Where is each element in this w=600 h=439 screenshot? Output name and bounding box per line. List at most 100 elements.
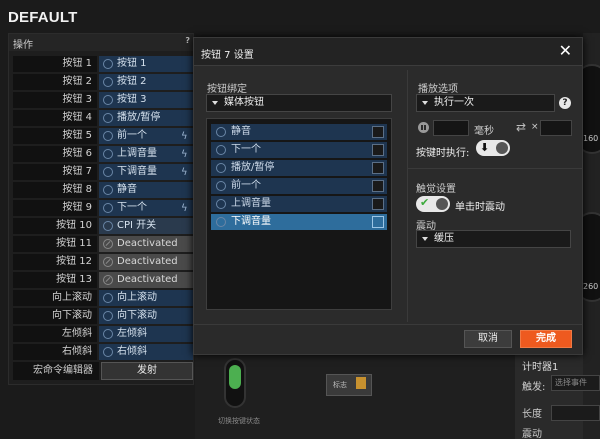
action-checkbox[interactable]	[372, 126, 384, 138]
launch-button[interactable]: 发射	[101, 362, 193, 380]
operation-assignment[interactable]: 前一个 ϟ	[99, 128, 193, 144]
assignment-label: 前一个	[117, 130, 147, 141]
action-item[interactable]: 下一个	[211, 142, 387, 158]
operation-row: 向下滚动 向下滚动	[13, 308, 193, 325]
arrow-down-icon: ⬇	[480, 141, 490, 154]
duration-input[interactable]	[551, 405, 600, 421]
operation-assignment[interactable]: 向下滚动	[99, 308, 193, 324]
chevron-down-icon	[212, 101, 218, 105]
duration-label: 长度	[522, 409, 542, 420]
action-list: 静音下一个播放/暂停前一个上调音量下调音量	[206, 118, 392, 310]
assignment-icon	[103, 311, 113, 321]
action-checkbox[interactable]	[372, 198, 384, 210]
action-item[interactable]: 播放/暂停	[211, 160, 387, 176]
single-click-vibrate-toggle[interactable]: ✔	[416, 196, 450, 212]
operation-assignment[interactable]: 向上滚动	[99, 290, 193, 306]
operation-button-label: 按钮 11	[13, 236, 97, 252]
lightning-icon: ϟ	[181, 167, 188, 178]
vibrate-value: 缓压	[434, 233, 454, 244]
deactivated-icon	[103, 257, 113, 267]
assignment-label: 下一个	[117, 202, 147, 213]
execute-select[interactable]: 执行一次	[416, 94, 555, 112]
assignment-label: 按钮 2	[117, 76, 147, 87]
action-item[interactable]: 下调音量	[211, 214, 387, 230]
toggle-knob	[436, 198, 448, 210]
operation-assignment[interactable]: CPI 开关	[99, 218, 193, 234]
cancel-button[interactable]: 取消	[464, 330, 512, 348]
operation-assignment[interactable]: 静音	[99, 182, 193, 198]
operation-row: 按钮 2 按钮 2	[13, 74, 193, 91]
operation-assignment[interactable]: 下调音量 ϟ	[99, 164, 193, 180]
action-checkbox[interactable]	[372, 162, 384, 174]
assignment-label: CPI 开关	[117, 220, 157, 231]
action-item[interactable]: 前一个	[211, 178, 387, 194]
delay-input[interactable]	[433, 120, 469, 136]
operation-row: 左倾斜 左倾斜	[13, 326, 193, 343]
repeat-count-input[interactable]	[540, 120, 572, 136]
action-checkbox[interactable]	[372, 144, 384, 156]
operation-row: 按钮 7 下调音量 ϟ	[13, 164, 193, 181]
pause-icon	[418, 122, 429, 133]
macro-editor-label: 宏命令编辑器	[13, 362, 99, 380]
operation-assignment[interactable]: Deactivated	[99, 272, 193, 288]
help-icon[interactable]: ?	[185, 36, 190, 45]
operation-assignment[interactable]: Deactivated	[99, 236, 193, 252]
press-execute-toggle[interactable]: ⬇	[476, 140, 510, 156]
execute-value: 执行一次	[434, 97, 474, 108]
operation-assignment[interactable]: 下一个 ϟ	[99, 200, 193, 216]
operation-assignment[interactable]: 按钮 1	[99, 56, 193, 72]
play-icon	[216, 181, 226, 191]
assignment-label: Deactivated	[117, 274, 178, 285]
assignment-label: 向下滚动	[117, 310, 157, 321]
action-item[interactable]: 上调音量	[211, 196, 387, 212]
operation-row: 按钮 13 Deactivated	[13, 272, 193, 289]
operation-button-label: 按钮 1	[13, 56, 97, 72]
assignment-label: 播放/暂停	[117, 112, 161, 123]
operations-panel: 操作 ? 按钮 1 按钮 1 按钮 2 按钮 2 按钮 3 按钮 3 按钮 4 播放/暂停 按钮…	[8, 33, 194, 385]
operation-button-label: 向下滚动	[13, 308, 97, 324]
assignment-label: 按钮 3	[117, 94, 147, 105]
assignment-label: 按钮 1	[117, 58, 147, 69]
toggle-knob	[496, 142, 508, 154]
operation-assignment[interactable]: Deactivated	[99, 254, 193, 270]
operation-row: 按钮 3 按钮 3	[13, 92, 193, 109]
operations-header: 操作 ?	[9, 34, 193, 51]
action-item[interactable]: 静音	[211, 124, 387, 140]
times-label: ×	[531, 122, 539, 132]
operation-button-label: 按钮 10	[13, 218, 97, 234]
operation-assignment[interactable]: 按钮 2	[99, 74, 193, 90]
assignment-icon	[103, 77, 113, 87]
help-icon[interactable]: ?	[559, 97, 571, 109]
play-icon	[216, 145, 226, 155]
action-checkbox[interactable]	[372, 216, 384, 228]
action-label: 下调音量	[231, 216, 271, 227]
repeat-icon: ⇄	[516, 120, 527, 134]
assignment-label: Deactivated	[117, 238, 178, 249]
dial-tick-top: 160	[583, 134, 599, 143]
operation-button-label: 按钮 13	[13, 272, 97, 288]
assignment-icon	[103, 293, 113, 303]
assignment-icon	[103, 329, 113, 339]
action-checkbox[interactable]	[372, 180, 384, 192]
vibrate-select[interactable]: 缓压	[416, 230, 571, 248]
done-button[interactable]: 完成	[520, 330, 572, 348]
operation-assignment[interactable]: 按钮 3	[99, 92, 193, 108]
operation-assignment[interactable]: 上调音量 ϟ	[99, 146, 193, 162]
operation-button-label: 按钮 3	[13, 92, 97, 108]
binding-select[interactable]: 媒体按钮	[206, 94, 392, 112]
lightning-icon: ϟ	[181, 203, 188, 214]
lightning-icon: ϟ	[181, 149, 188, 160]
assignment-icon	[103, 113, 113, 123]
assignment-icon	[103, 185, 113, 195]
assignment-label: 上调音量	[117, 148, 157, 159]
timer-vibrate-label: 震动	[522, 429, 542, 439]
operation-button-label: 按钮 2	[13, 74, 97, 90]
operation-assignment[interactable]: 右倾斜	[99, 344, 193, 360]
operation-assignment[interactable]: 左倾斜	[99, 326, 193, 342]
operation-assignment[interactable]: 播放/暂停	[99, 110, 193, 126]
button-settings-dialog: 按钮 7 设置 ✕ 按钮绑定 媒体按钮 静音 下一个 播放/暂停 前一个 上调音量 下调音…	[193, 37, 583, 355]
trigger-select[interactable]: 选择事件	[551, 375, 600, 391]
close-icon[interactable]: ✕	[559, 41, 572, 60]
assignment-label: 向上滚动	[117, 292, 157, 303]
vertical-divider	[407, 70, 408, 322]
